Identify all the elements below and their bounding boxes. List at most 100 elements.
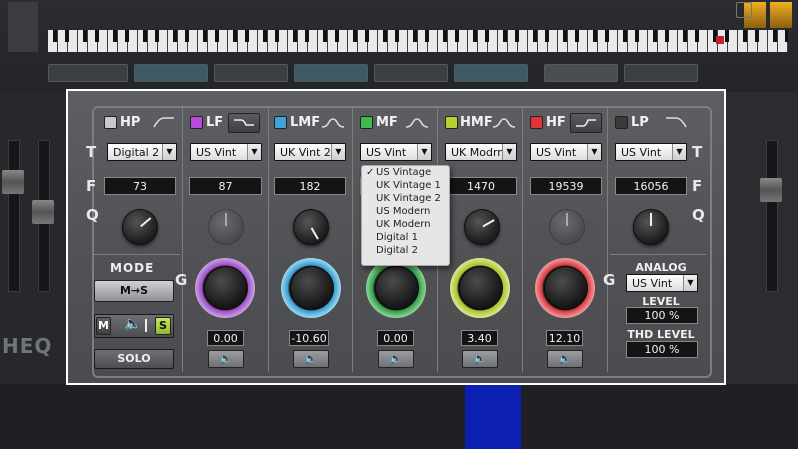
band-hmf-gain-knob[interactable] xyxy=(459,266,503,310)
band-lmf-type-select[interactable]: UK Vint 2 ▼ xyxy=(274,143,346,161)
band-mf-enable-led[interactable] xyxy=(360,116,373,129)
chevron-down-icon: ▼ xyxy=(587,144,601,160)
band-lp-freq-field[interactable]: 16056 xyxy=(615,177,687,195)
host-button[interactable] xyxy=(454,64,528,82)
host-button[interactable] xyxy=(374,64,448,82)
band-lf-enable-led[interactable] xyxy=(190,116,203,129)
band-hmf-q-knob[interactable] xyxy=(464,209,500,245)
host-fader[interactable] xyxy=(8,140,20,292)
band-lf-gain-knob[interactable] xyxy=(204,266,248,310)
band-lmf-gain-knob[interactable] xyxy=(290,266,334,310)
band-hf-gain-field[interactable]: 12.10 xyxy=(546,330,583,346)
thd-level-title: THD LEVEL xyxy=(627,328,695,341)
bell-icon xyxy=(405,118,429,128)
band-lmf-freq-field[interactable]: 182 xyxy=(274,177,346,195)
host-fader-cap[interactable] xyxy=(8,2,38,52)
band-hf-gain-knob[interactable] xyxy=(544,266,588,310)
band-hp-q-knob[interactable] xyxy=(122,209,158,245)
high-shelf-icon xyxy=(576,119,596,127)
row-label-q-right: Q xyxy=(692,206,705,224)
chevron-down-icon: ▼ xyxy=(672,144,686,160)
band-hp-type-select[interactable]: Digital 2 ▼ xyxy=(107,143,177,161)
host-bottom-area xyxy=(0,384,798,449)
piano-keyboard[interactable] xyxy=(48,30,788,52)
band-mf-label: MF xyxy=(376,115,398,130)
host-record-icon[interactable] xyxy=(716,36,724,44)
band-lp-enable-led[interactable] xyxy=(615,116,628,129)
dropdown-option[interactable]: Digital 1 xyxy=(362,231,449,244)
band-lmf-solo-button[interactable]: 🔈 xyxy=(293,350,329,368)
band-hmf-gain-field[interactable]: 3.40 xyxy=(461,330,498,346)
analog-divider xyxy=(610,254,706,255)
band-lmf-gain-field[interactable]: -10.60 xyxy=(289,330,329,346)
ms-divider-bar xyxy=(145,319,147,332)
dropdown-option[interactable]: US Modern xyxy=(362,205,449,218)
speaker-icon: 🔈 xyxy=(304,352,318,365)
band-lmf-label: LMF xyxy=(290,115,321,130)
band-hp-enable-led[interactable] xyxy=(104,116,117,129)
host-button[interactable] xyxy=(544,64,618,82)
analog-type-select[interactable]: US Vint ▼ xyxy=(626,274,698,292)
row-label-freq-left: F xyxy=(86,177,97,195)
host-button[interactable] xyxy=(294,64,368,82)
host-button[interactable] xyxy=(48,64,128,82)
host-button[interactable] xyxy=(134,64,208,82)
host-close-icon[interactable] xyxy=(736,2,752,18)
band-divider xyxy=(182,106,183,372)
band-hf-shape-button[interactable] xyxy=(570,113,602,133)
row-label-freq-right: F xyxy=(692,177,703,195)
dropdown-option[interactable]: ✓ US Vintage xyxy=(362,166,449,179)
solo-button[interactable]: SOLO xyxy=(94,349,174,369)
dropdown-option[interactable]: UK Vintage 1 xyxy=(362,179,449,192)
band-hmf-freq-field[interactable]: 1470 xyxy=(445,177,517,195)
band-mf-gain-field[interactable]: 0.00 xyxy=(377,330,414,346)
host-fader-knob[interactable] xyxy=(760,178,782,202)
host-fader-knob[interactable] xyxy=(32,200,54,224)
band-hmf-enable-led[interactable] xyxy=(445,116,458,129)
band-lf-q-knob[interactable] xyxy=(208,209,244,245)
mode-divider xyxy=(92,254,180,255)
dropdown-option[interactable]: UK Modern xyxy=(362,218,449,231)
level-field[interactable]: 100 % xyxy=(626,307,698,324)
band-lp-q-knob[interactable] xyxy=(633,209,669,245)
dropdown-option[interactable]: UK Vintage 2 xyxy=(362,192,449,205)
speaker-icon: 🔈 xyxy=(473,352,487,365)
band-hmf-solo-button[interactable]: 🔈 xyxy=(462,350,498,368)
band-lf-gain-field[interactable]: 0.00 xyxy=(207,330,244,346)
host-button[interactable] xyxy=(214,64,288,82)
band-lp-type-select[interactable]: US Vint ▼ xyxy=(615,143,687,161)
type-dropdown-menu: ✓ US Vintage UK Vintage 1 UK Vintage 2 US… xyxy=(361,165,450,266)
band-hf-q-knob[interactable] xyxy=(549,209,585,245)
band-mf-solo-button[interactable]: 🔈 xyxy=(378,350,414,368)
band-hmf-type-select[interactable]: UK Modrn ▼ xyxy=(445,143,517,161)
band-hf-solo-button[interactable]: 🔈 xyxy=(547,350,583,368)
band-lmf-enable-led[interactable] xyxy=(274,116,287,129)
host-fader[interactable] xyxy=(766,140,778,292)
bell-icon xyxy=(492,118,516,128)
dropdown-option[interactable]: Digital 2 xyxy=(362,244,449,257)
band-mf-gain-knob[interactable] xyxy=(375,266,419,310)
row-label-q-left: Q xyxy=(86,206,99,224)
band-lf-type-select[interactable]: US Vint ▼ xyxy=(190,143,262,161)
band-hf-enable-led[interactable] xyxy=(530,116,543,129)
side-button[interactable]: S xyxy=(155,317,171,335)
speaker-icon: 🔈 xyxy=(219,352,233,365)
band-lf-shape-button[interactable] xyxy=(228,113,260,133)
band-hf-freq-field[interactable]: 19539 xyxy=(530,177,602,195)
lowpass-icon xyxy=(666,117,687,128)
band-mf-type-select[interactable]: US Vint ▼ xyxy=(360,143,432,161)
band-hf-type-select[interactable]: US Vint ▼ xyxy=(530,143,602,161)
thd-level-field[interactable]: 100 % xyxy=(626,341,698,358)
host-button[interactable] xyxy=(624,64,698,82)
band-lf-freq-field[interactable]: 87 xyxy=(189,177,262,195)
mid-button[interactable]: M xyxy=(96,317,111,335)
chevron-down-icon: ▼ xyxy=(331,144,345,160)
band-hp-freq-field[interactable]: 73 xyxy=(104,177,176,195)
chevron-down-icon: ▼ xyxy=(683,275,697,291)
host-fader-knob[interactable] xyxy=(2,170,24,194)
band-lmf-q-knob[interactable] xyxy=(293,209,329,245)
analog-title: ANALOG xyxy=(635,261,687,274)
band-lf-solo-button[interactable]: 🔈 xyxy=(208,350,244,368)
ms-mode-button[interactable]: M→S xyxy=(94,280,174,302)
band-divider xyxy=(352,106,353,372)
